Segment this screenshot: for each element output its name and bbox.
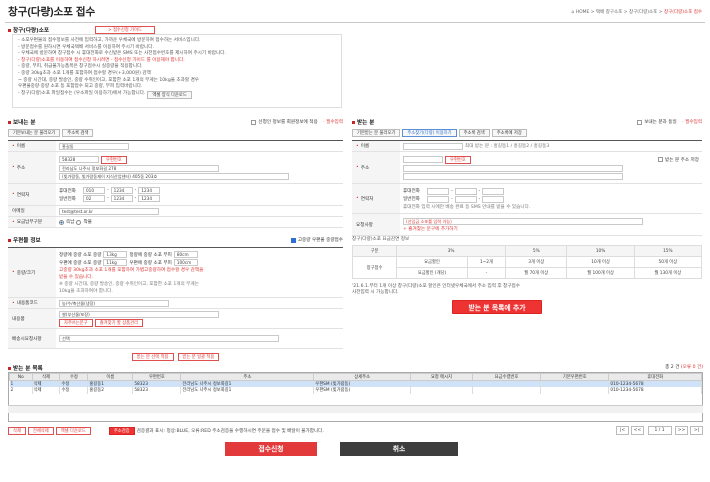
receiver-zip-button[interactable]: 우편번호 — [445, 155, 471, 164]
sender-zip-button[interactable]: 우편번호 — [101, 155, 127, 164]
prev-page-button[interactable]: << — [631, 426, 645, 435]
sender-mobile-2[interactable]: 1234 — [110, 187, 133, 194]
parcel-section: 우편물 정보 고중량 우편물 중량접수 • 중량/크기 정량에 중량 소포 중량 1… — [8, 236, 343, 361]
pay-prepaid-radio[interactable] — [59, 219, 64, 225]
weight-select-2[interactable]: 11kg — [103, 259, 128, 266]
content-code-select[interactable]: 농/수/축산물(냉장) — [59, 299, 169, 307]
sender-phone-1[interactable]: 02 — [83, 195, 105, 202]
cancel-button[interactable]: 취소 — [340, 442, 458, 456]
sender-email-input[interactable]: test@test.or.kr — [59, 207, 159, 215]
rates-section: 창구(다량)소포 요금감면 정보 구분 3% 5% 10% 15% 창구접수 요금할인 1~… — [351, 236, 703, 314]
favorite-products-button[interactable]: 즐겨찾기 할 상품관리 — [94, 318, 144, 327]
rates-title: 창구(다량)소포 요금감면 정보 — [352, 237, 410, 242]
address-verify-button[interactable]: 주소검증 — [108, 426, 135, 435]
sender-title: 보내는 분 — [8, 118, 36, 126]
sender-addressbook-button[interactable]: 주소록 검색 — [62, 129, 94, 137]
receiver-mobile-1[interactable] — [427, 187, 449, 195]
sender-zip-input[interactable]: 58328 — [59, 156, 99, 163]
sender-address-input[interactable]: 전라남도 나주시 정보화길 278 — [59, 164, 219, 172]
delete-button[interactable]: 삭제 — [8, 426, 26, 435]
size-select-2[interactable]: 100cm — [173, 259, 198, 266]
list-header: 받는 분 목록 총 2 건 (오류 0 건) — [8, 364, 703, 372]
receiver-phone-2[interactable] — [454, 195, 477, 203]
receiver-section: 받는 분 보내는 분과 동일 · 필수입력 기본받는 분 불러오기 주소찾기(다… — [352, 118, 702, 236]
receiver-mobile-3[interactable] — [482, 187, 505, 195]
excel-template-button[interactable]: 엑셀 양식 다운로드 — [147, 90, 192, 99]
sender-phone-3[interactable]: 1234 — [138, 195, 161, 202]
intro-notice: - 소포우편물의 접수정보를 사전에 입력하고, 가까운 우체국에 방문하여 접… — [12, 34, 342, 108]
sender-address-detail-input[interactable]: (빛가람동, 빛가람동재이 지식산업센터) 405동 203호 — [59, 172, 289, 180]
table-row[interactable]: 2 삭제 수정 홍길동2 58323 전라남도 나주시 정보화길1 우편SM (빛가람동… — [9, 387, 702, 394]
receiver-address-input[interactable] — [403, 164, 623, 172]
rates-table: 구분 3% 5% 10% 15% 창구접수 요금할인 1~2개 3개 이상 10개 이상 50개 … — [351, 245, 703, 279]
header-divider — [5, 22, 705, 23]
receiver-address-detail-input[interactable] — [403, 172, 623, 180]
load-receiver-button[interactable]: 기본받는 분 불러오기 — [352, 129, 401, 137]
pager: |< << 1 / 1 >> >| — [614, 426, 703, 435]
pay-cod-radio[interactable] — [76, 219, 82, 225]
sender-section: 보내는 분 신청인 정보를 회원정보에 적용 · 필수입력 기본보내는 분 불러… — [8, 118, 343, 228]
same-as-sender-checkbox[interactable] — [637, 119, 643, 125]
consent-checkbox[interactable] — [251, 119, 257, 125]
row-edit-button[interactable]: 수정 — [59, 387, 89, 394]
submit-button[interactable]: 접수신청 — [225, 442, 317, 456]
add-to-list-button[interactable]: 받는 분 목록에 추가 — [452, 300, 542, 314]
sender-mobile-1[interactable]: 010 — [83, 187, 105, 194]
guide-button[interactable]: > 접수신청 가이드 — [95, 26, 155, 34]
receiver-memo-input[interactable]: (선입금 소포를 입력 가능) — [403, 217, 643, 225]
page-title: 창구(다량)소포 접수 — [8, 6, 96, 18]
receiver-addressbook-button[interactable]: 주소록 검색 — [458, 129, 490, 137]
receiver-list-table: No 삭제 수정 이름 우편번호 주소 상세주소 요청 메시지 요금수령번호 기본우편번호 휴… — [8, 372, 703, 422]
receiver-phone-1[interactable] — [427, 195, 449, 203]
weight-select-1[interactable]: 13kg — [103, 251, 128, 258]
receiver-mobile-2[interactable] — [454, 187, 477, 195]
sender-phone-2[interactable]: 1234 — [110, 195, 133, 202]
heavy-parcel-checkbox[interactable] — [290, 237, 296, 243]
add-phrase-link[interactable]: + 즐겨찾는 문구에 추가하기 — [403, 226, 699, 232]
horizontal-scrollbar[interactable] — [8, 405, 703, 413]
delivery-request-select[interactable]: 선택 — [59, 335, 279, 342]
save-address-checkbox[interactable] — [658, 157, 664, 162]
first-page-button[interactable]: |< — [616, 426, 630, 435]
apply-selected-button[interactable]: 받는 분 선택 적용 — [131, 353, 174, 361]
breadcrumb: ⌂ HOME > 택배 창구소포 > 창구(다량)소포 > 창구(다량)소포 접… — [571, 10, 702, 15]
last-page-button[interactable]: >| — [690, 426, 703, 435]
parcel-title: 우편물 정보 — [8, 236, 41, 244]
next-page-button[interactable]: >> — [675, 426, 688, 435]
receiver-name-input[interactable] — [403, 142, 463, 150]
row-delete-button[interactable]: 삭제 — [32, 387, 61, 394]
delete-all-button[interactable]: 전체삭제 — [27, 426, 54, 435]
save-addressbook-button[interactable]: 주소록에 저장 — [491, 129, 527, 137]
receiver-phone-3[interactable] — [482, 195, 505, 203]
receiver-title: 받는 분 — [352, 118, 374, 126]
intro-title: 창구(다량)소포 — [8, 26, 49, 34]
footer-toolbar: 삭제 전체삭제 엑셀 다운로드 주소검증 검증결과 표시: 정상:BLUE, 오… — [8, 426, 703, 435]
sender-name-input[interactable]: 홍길동 — [59, 142, 129, 150]
size-select-1[interactable]: 80cm — [173, 251, 198, 258]
load-sender-button[interactable]: 기본보내는 분 불러오기 — [8, 129, 61, 137]
apply-all-button[interactable]: 받는 분 일괄 적용 — [177, 353, 220, 361]
frequent-phrase-button[interactable]: 자주쓰는문구 — [59, 318, 93, 327]
bulk-address-button[interactable]: 주소찾기(다량) 이용하기 — [402, 129, 457, 137]
page-indicator: 1 / 1 — [647, 426, 672, 435]
receiver-zip-input[interactable] — [403, 156, 443, 163]
excel-download-button[interactable]: 엑셀 다운로드 — [55, 426, 91, 435]
content-name-input[interactable]: 쌀(부산물/포장) — [59, 310, 219, 318]
sender-mobile-3[interactable]: 1234 — [138, 187, 161, 194]
